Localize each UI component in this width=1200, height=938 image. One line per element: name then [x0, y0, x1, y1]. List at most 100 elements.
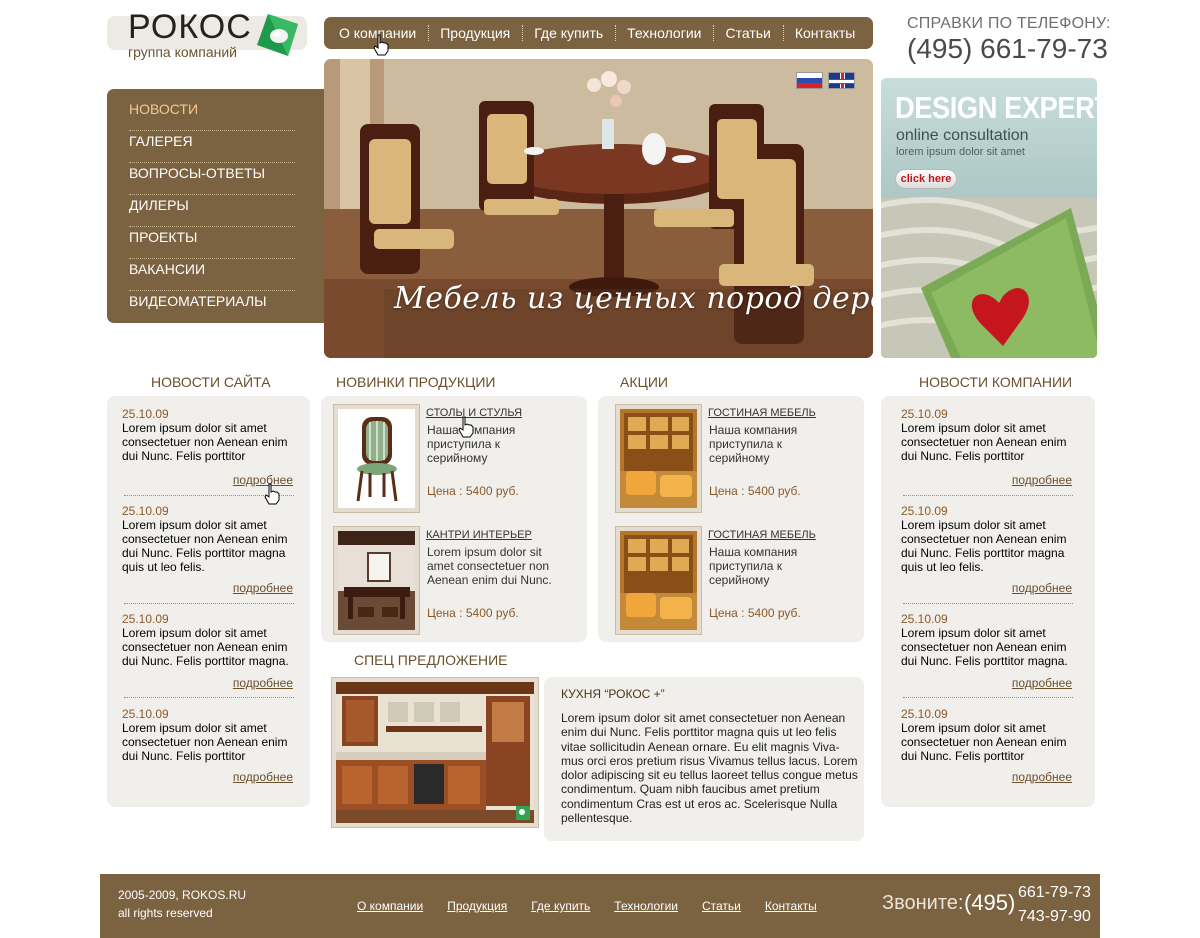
sidenav-item-faq[interactable]: ВОПРОСЫ-ОТВЕТЫ — [129, 163, 295, 195]
news-text: Lorem ipsum dolor sit amet consectetuer … — [901, 421, 1067, 463]
news-more-link[interactable]: подробнее — [1012, 581, 1072, 595]
sidenav-item-dealers[interactable]: ДИЛЕРЫ — [129, 195, 295, 227]
news-divider — [903, 603, 1073, 604]
sidenav-item-gallery[interactable]: ГАЛЕРЕЯ — [129, 131, 295, 163]
sidenav-item-videos[interactable]: ВИДЕОМАТЕРИАЛЫ — [129, 291, 295, 323]
hero-banner: Мебель из ценных пород дерева — [324, 59, 873, 358]
product-thumbnail[interactable] — [333, 404, 420, 513]
news-more-link[interactable]: подробнее — [233, 581, 293, 595]
news-more-link[interactable]: подробнее — [233, 676, 293, 690]
news-date: 25.10.09 — [122, 504, 169, 518]
footer-link-about[interactable]: О компании — [357, 899, 423, 913]
news-item: 25.10.09 Lorem ipsum dolor sit amet cons… — [901, 504, 1079, 574]
product-description: Наша компания приступила к серийному про… — [427, 423, 516, 465]
news-item: 25.10.09 Lorem ipsum dolor sit amet cons… — [122, 407, 300, 463]
footer-link-where-to-buy[interactable]: Где купить — [531, 899, 590, 913]
new-products-title: НОВИНКИ ПРОДУКЦИИ — [336, 374, 496, 390]
product-thumbnail[interactable] — [333, 526, 420, 635]
promo-thumbnail[interactable] — [615, 404, 702, 513]
promo-price: Цена : 5400 руб. — [709, 606, 801, 620]
news-item: 25.10.09 Lorem ipsum dolor sit amet cons… — [122, 504, 300, 574]
news-item: 25.10.09 Lorem ipsum dolor sit amet cons… — [901, 612, 1079, 668]
site-news-panel: 25.10.09 Lorem ipsum dolor sit amet cons… — [107, 396, 310, 807]
flag-en-icon[interactable] — [828, 72, 855, 89]
product-description: Lorem ipsum dolor sit amet consectetuer … — [427, 545, 552, 587]
new-products-panel: СТОЛЫ И СТУЛЬЯ Наша компания приступила … — [321, 396, 587, 642]
footer-nav: О компании Продукция Где купить Технолог… — [357, 899, 817, 913]
phone-label: СПРАВКИ ПО ТЕЛЕФОНУ: — [907, 15, 1111, 32]
promos-panel: ГОСТИНАЯ МЕБЕЛЬ Наша компания приступила… — [598, 396, 864, 642]
topnav-item-contacts[interactable]: Контакты — [782, 17, 867, 49]
footer-call-label: Звоните: — [882, 892, 964, 914]
hand-cursor-icon — [373, 34, 389, 56]
news-item: 25.10.09 Lorem ipsum dolor sit amet cons… — [901, 707, 1079, 763]
special-offer-image[interactable] — [331, 677, 539, 828]
news-item: 25.10.09 Lorem ipsum dolor sit amet cons… — [122, 612, 300, 668]
special-offer-item-title[interactable]: КУХНЯ “РОКОС +” — [561, 687, 665, 701]
product-price: Цена : 5400 руб. — [427, 606, 519, 620]
topnav-item-technologies[interactable]: Технологии — [615, 17, 713, 49]
news-item: 25.10.09 Lorem ipsum dolor sit amet cons… — [901, 407, 1079, 463]
footer-phone-1: 661-79-73 — [1018, 884, 1091, 901]
news-text: Lorem ipsum dolor sit amet consectetuer … — [901, 518, 1067, 574]
topnav-item-articles[interactable]: Статьи — [713, 17, 782, 49]
news-more-link[interactable]: подробнее — [233, 770, 293, 784]
kitchen-image — [336, 682, 534, 823]
footer-copyright-line: 2005-2009, ROKOS.RU — [118, 888, 247, 902]
footer: 2005-2009, ROKOS.RU all rights reserved … — [100, 874, 1100, 938]
promo-price: Цена : 5400 руб. — [709, 484, 801, 498]
design-expert-banner[interactable]: DESIGN EXPERT online consultation lorem … — [881, 78, 1097, 358]
logo-subtitle: группа компаний — [128, 44, 238, 60]
promo-thumbnail[interactable] — [615, 526, 702, 635]
footer-link-contacts[interactable]: Контакты — [765, 899, 817, 913]
topnav-item-products[interactable]: Продукция — [428, 17, 522, 49]
ad-subtitle: online consultation — [896, 127, 1029, 144]
living-room-image — [620, 531, 697, 630]
news-more-link[interactable]: подробнее — [1012, 770, 1072, 784]
footer-link-products[interactable]: Продукция — [447, 899, 507, 913]
news-divider — [124, 603, 294, 604]
footer-link-technologies[interactable]: Технологии — [614, 899, 678, 913]
news-date: 25.10.09 — [122, 707, 169, 721]
flag-ru-icon[interactable] — [796, 72, 823, 89]
top-nav: О компании Продукция Где купить Технолог… — [324, 17, 873, 49]
hand-cursor-icon — [458, 416, 474, 438]
news-more-link[interactable]: подробнее — [1012, 676, 1072, 690]
site-news-title: НОВОСТИ САЙТА — [151, 374, 271, 390]
footer-copyright: 2005-2009, ROKOS.RU all rights reserved — [118, 886, 246, 922]
country-interior-image — [338, 531, 415, 630]
promo-title-link[interactable]: ГОСТИНАЯ МЕБЕЛЬ — [708, 529, 816, 541]
news-more-link[interactable]: подробнее — [1012, 473, 1072, 487]
news-divider — [124, 697, 294, 698]
footer-phone-code: (495) — [964, 890, 1016, 915]
news-text: Lorem ipsum dolor sit amet consectetuer … — [122, 626, 289, 668]
phone-number: (495) 661-79-73 — [907, 33, 1108, 64]
sidenav-item-projects[interactable]: ПРОЕКТЫ — [129, 227, 295, 259]
page: РОКОС группа компаний О компании Продукц… — [0, 0, 1200, 938]
sidenav-item-news[interactable]: НОВОСТИ — [129, 99, 295, 131]
news-divider — [903, 495, 1073, 496]
news-date: 25.10.09 — [122, 612, 169, 626]
footer-link-articles[interactable]: Статьи — [702, 899, 741, 913]
hero-caption: Мебель из ценных пород дерева — [394, 281, 873, 316]
footer-rights-line: all rights reserved — [118, 906, 213, 920]
news-text: Lorem ipsum dolor sit amet consectetuer … — [901, 626, 1068, 668]
product-price: Цена : 5400 руб. — [427, 484, 519, 498]
news-item: 25.10.09 Lorem ipsum dolor sit amet cons… — [122, 707, 300, 763]
news-divider — [903, 697, 1073, 698]
living-room-image — [620, 409, 697, 508]
promo-title-link[interactable]: ГОСТИНАЯ МЕБЕЛЬ — [708, 407, 816, 419]
logo-name[interactable]: РОКОС — [128, 10, 252, 44]
product-title-link[interactable]: КАНТРИ ИНТЕРЬЕР — [426, 529, 532, 541]
side-nav: НОВОСТИ ГАЛЕРЕЯ ВОПРОСЫ-ОТВЕТЫ ДИЛЕРЫ ПР… — [107, 89, 327, 323]
ad-click-here-button[interactable]: click here — [895, 169, 957, 189]
promo-description: Наша компания приступила к серийному про… — [709, 545, 798, 587]
sidenav-item-vacancies[interactable]: ВАКАНСИИ — [129, 259, 295, 291]
topnav-item-where-to-buy[interactable]: Где купить — [522, 17, 615, 49]
promos-title: АКЦИИ — [620, 374, 668, 390]
news-date: 25.10.09 — [901, 707, 948, 721]
special-offer-title: СПЕЦ ПРЕДЛОЖЕНИЕ — [354, 652, 508, 668]
news-date: 25.10.09 — [901, 612, 948, 626]
footer-phone-2: 743-97-90 — [1018, 908, 1091, 925]
logo-gem-icon — [257, 14, 298, 56]
